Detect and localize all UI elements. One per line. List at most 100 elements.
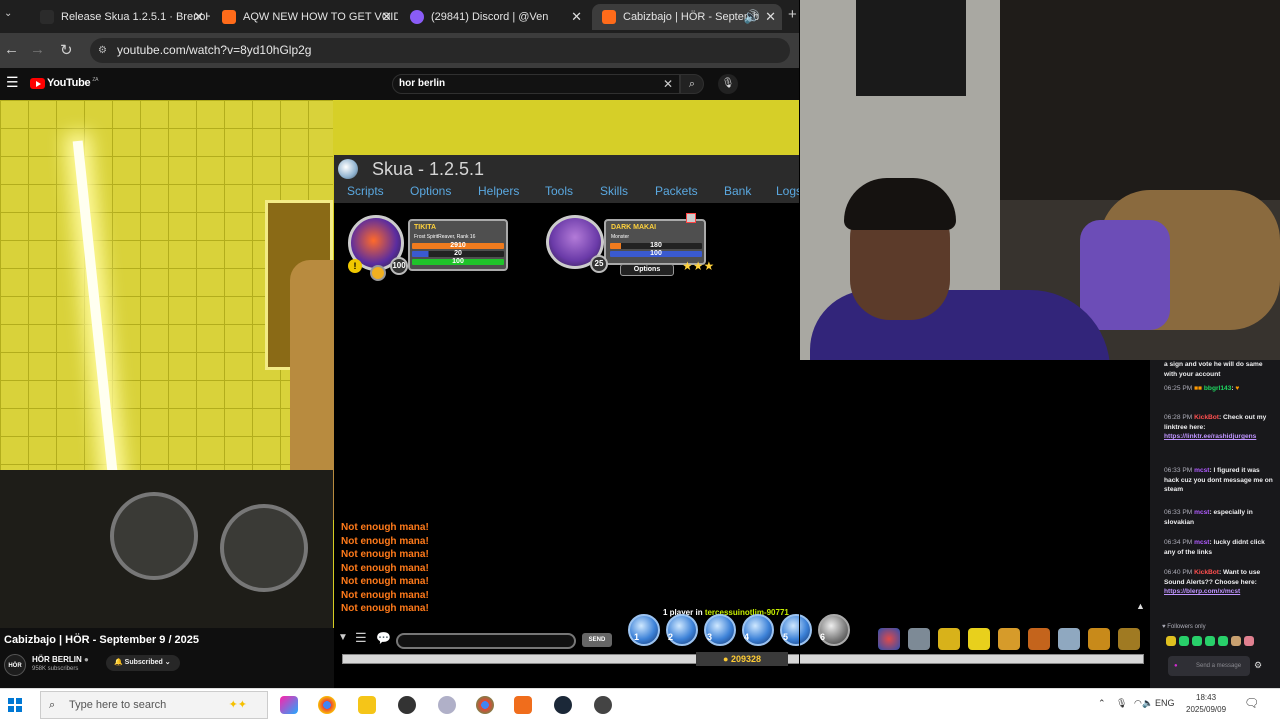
menu-scripts[interactable]: Scripts (347, 184, 384, 198)
browser-tabbar: ⌄ Release Skua 1.2.5.1 · BrenoHen ✕ AQW … (0, 0, 800, 33)
emote-icon[interactable] (1231, 636, 1241, 646)
pet-icon[interactable] (370, 265, 386, 281)
youtube-logo-text: YouTube (47, 77, 91, 89)
tab-cabizbajo[interactable]: Cabizbajo | HÖR - Septemb 🔊 ✕ (592, 4, 782, 30)
chat-link[interactable]: https://linktr.ee/rashidjurgens (1164, 433, 1256, 440)
webcam-purple-object (1080, 220, 1170, 330)
house-icon[interactable] (998, 628, 1020, 650)
chat-message-input[interactable]: ● Send a message (1168, 656, 1250, 676)
menu-packets[interactable]: Packets (655, 184, 698, 198)
chat-link[interactable]: https://blerp.com/x/mcst (1164, 588, 1240, 595)
microphone-icon: 🎙 (721, 78, 735, 89)
scroll-up-icon[interactable]: ▲ (1136, 601, 1145, 611)
close-tab-icon[interactable]: ✕ (381, 9, 392, 25)
chrome-icon[interactable] (318, 696, 336, 714)
voice-search-button[interactable]: 🎙 (718, 74, 738, 94)
tab-discord[interactable]: (29841) Discord | @Ven ✕ (400, 4, 588, 30)
emote-bar (1166, 636, 1254, 646)
microphone-icon[interactable]: 🎙 (1116, 698, 1127, 709)
chat-settings-icon[interactable]: ⚙ (1254, 660, 1262, 671)
tab-aqw-video[interactable]: AQW NEW HOW TO GET VOID ✕ (212, 4, 398, 30)
site-info-icon[interactable]: ⚙ (98, 38, 107, 63)
emote-icon[interactable] (1192, 636, 1202, 646)
taskbar-search[interactable]: ⌕ Type here to search ✦✦ (40, 691, 268, 719)
chat-bubble-icon[interactable]: 💬 (376, 631, 391, 645)
close-tab-icon[interactable]: ✕ (571, 9, 582, 25)
channel-name-text: HÖR BERLIN (32, 655, 82, 664)
chat-username[interactable]: mcst (1194, 539, 1209, 546)
steam-icon[interactable] (554, 696, 572, 714)
clear-search-icon[interactable]: ✕ (663, 75, 673, 93)
chat-entry: a sign and vote he will do same with you… (1164, 360, 1274, 379)
emote-icon[interactable] (1179, 636, 1189, 646)
skua-logo-icon (338, 159, 358, 179)
app-icon[interactable] (398, 696, 416, 714)
menu-options[interactable]: Options (410, 184, 451, 198)
menu-skills[interactable]: Skills (600, 184, 628, 198)
send-button[interactable]: SEND (582, 633, 612, 647)
skill-number: 5 (783, 632, 789, 642)
menu-bank[interactable]: Bank (724, 184, 751, 198)
quest-icon[interactable] (968, 628, 990, 650)
windows-start-icon[interactable] (8, 698, 22, 712)
chat-username[interactable]: mcst (1194, 509, 1209, 516)
volume-icon[interactable]: 🔈 (1142, 698, 1153, 709)
chrome-profile-icon[interactable] (476, 696, 494, 714)
subscribe-button[interactable]: 🔔 Subscribed ⌄ (106, 655, 180, 671)
new-tab-icon[interactable]: + (788, 6, 797, 23)
tab-list-icon[interactable]: ⌄ (4, 8, 12, 19)
chat-time: 06:33 PM (1164, 509, 1193, 516)
menu-icon[interactable]: ☰ (6, 74, 19, 91)
wifi-icon[interactable]: ◠ (1134, 698, 1142, 709)
tab-release-skua[interactable]: Release Skua 1.2.5.1 · BrenoHen ✕ (30, 4, 210, 30)
emote-icon[interactable] (1166, 636, 1176, 646)
target-options-button[interactable]: Options (620, 264, 674, 276)
channel-avatar[interactable]: HÖR (4, 654, 26, 676)
back-icon[interactable]: ← (4, 41, 19, 58)
file-explorer-icon[interactable] (358, 696, 376, 714)
chat-username[interactable]: KickBot (1194, 414, 1219, 421)
emote-icon[interactable] (1244, 636, 1254, 646)
chat-username[interactable]: bbgrl143 (1204, 385, 1231, 392)
emote-icon[interactable] (1205, 636, 1215, 646)
close-tab-icon[interactable]: ✕ (765, 9, 776, 25)
app-icon[interactable] (514, 696, 532, 714)
alert-icon[interactable]: ! (348, 259, 362, 273)
youtube-search-input[interactable]: hor berlin ✕ (392, 74, 680, 94)
bag-icon[interactable] (1088, 628, 1110, 650)
url-field[interactable]: ⚙ youtube.com/watch?v=8yd10hGlp2g (90, 38, 790, 63)
notification-icon[interactable]: 🗨 (1244, 696, 1259, 710)
menu-tools[interactable]: Tools (545, 184, 573, 198)
forward-icon[interactable]: → (30, 41, 45, 58)
app-icon[interactable] (438, 696, 456, 714)
character-icon[interactable] (908, 628, 930, 650)
tray-chevron-icon[interactable]: ⌃ (1098, 698, 1106, 709)
menu-helpers[interactable]: Helpers (478, 184, 519, 198)
copilot-icon[interactable] (280, 696, 298, 714)
chat-username[interactable]: mcst (1194, 467, 1209, 474)
channel-name[interactable]: HÖR BERLIN ● (32, 655, 89, 664)
chat-list-icon[interactable]: ☰ (355, 630, 367, 646)
treasure-icon[interactable] (1118, 628, 1140, 650)
trophy-icon[interactable] (938, 628, 960, 650)
settings-gear-icon[interactable] (1058, 628, 1080, 650)
taskbar-clock[interactable]: 18:43 2025/09/09 (1186, 692, 1226, 716)
reload-icon[interactable]: ↻ (60, 41, 73, 59)
search-button[interactable]: ⌕ (680, 74, 704, 94)
skill-1-icon[interactable] (628, 614, 660, 646)
video-title: Cabizbajo | HÖR - September 9 / 2025 (4, 634, 200, 646)
skua-taskbar-icon[interactable] (594, 696, 612, 714)
chat-username[interactable]: KickBot (1194, 569, 1219, 576)
close-tab-icon[interactable]: ✕ (193, 9, 204, 25)
video-turntable (220, 504, 308, 592)
chat-toggle-icon[interactable]: ▼ (338, 632, 348, 643)
game-chat-input[interactable] (396, 633, 576, 649)
youtube-logo[interactable]: YouTube ZA (30, 77, 98, 89)
chat-entry: 06:33 PM mcst: I figured it was hack cuz… (1164, 467, 1273, 493)
shield-icon[interactable] (878, 628, 900, 650)
book-icon[interactable] (1028, 628, 1050, 650)
language-indicator[interactable]: ENG (1155, 698, 1175, 708)
audio-icon[interactable]: 🔊 (744, 9, 760, 25)
emote-icon[interactable] (1218, 636, 1228, 646)
close-target-icon[interactable] (686, 213, 696, 223)
